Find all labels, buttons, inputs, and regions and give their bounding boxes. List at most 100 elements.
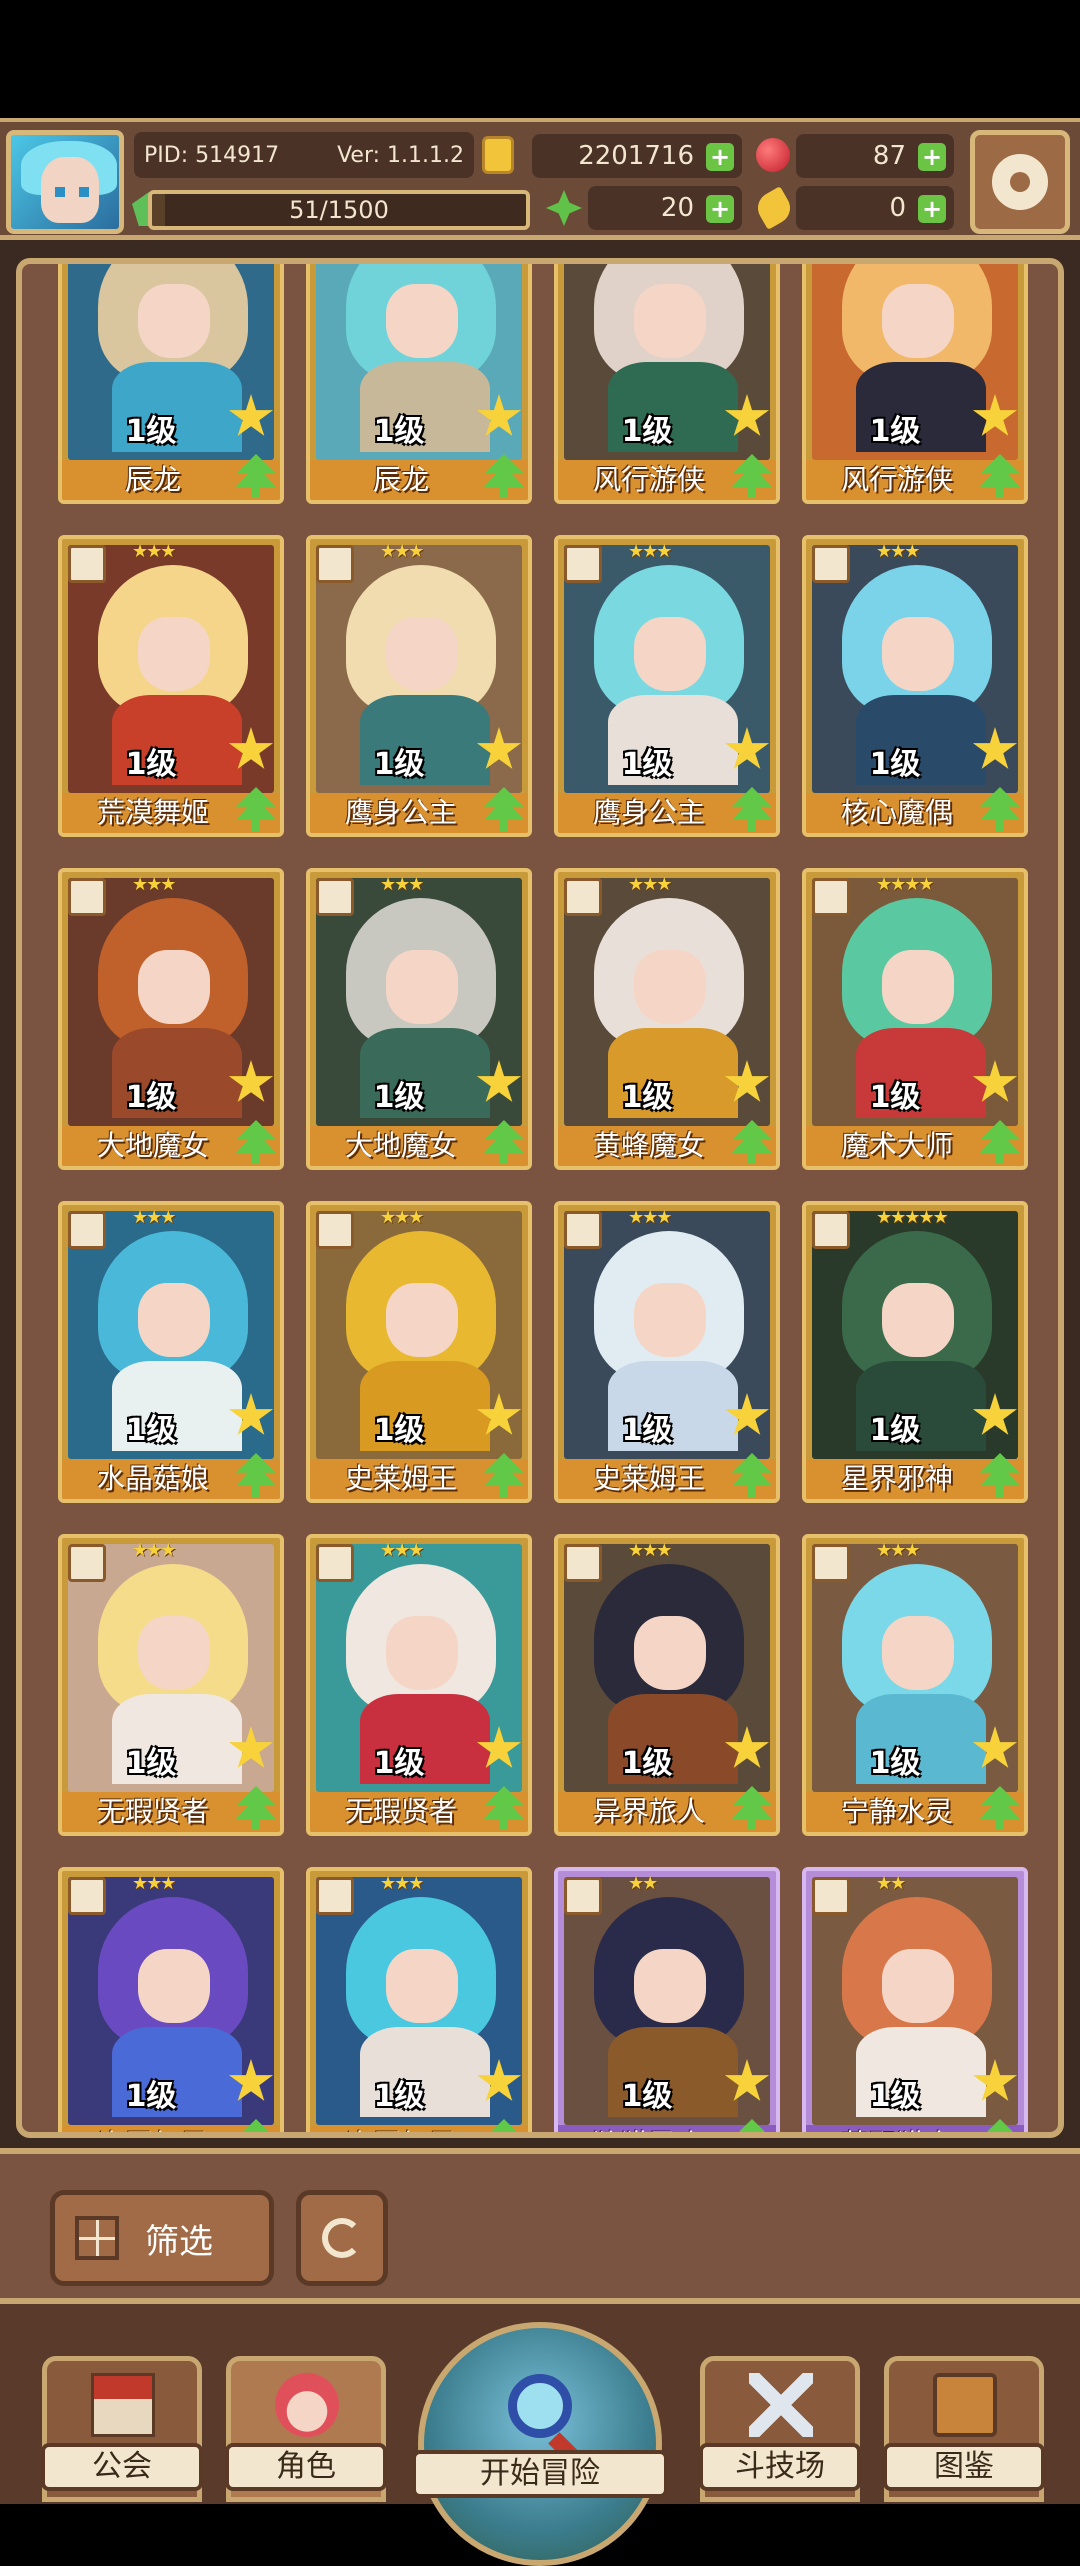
- character-level: 1级: [621, 1746, 673, 1781]
- class-icon: [316, 1877, 354, 1915]
- filter-label: 筛选: [145, 2221, 213, 2262]
- class-icon: [316, 545, 354, 583]
- character-card[interactable]: ★★★ 1级 鹰身公主: [306, 535, 532, 837]
- character-level: 1级: [621, 414, 673, 449]
- character-level: 1级: [373, 414, 425, 449]
- clover-icon: [546, 190, 582, 226]
- character-level: 1级: [125, 2079, 177, 2114]
- player-id-box: PID: 514917 Ver: 1.1.1.2: [134, 132, 474, 178]
- character-level: 1级: [621, 2079, 673, 2114]
- character-card[interactable]: ★★★ 1级 无瑕贤者: [58, 1534, 284, 1836]
- character-card[interactable]: ★★★ 1级 史莱姆王: [306, 1201, 532, 1503]
- character-level: 1级: [869, 1746, 921, 1781]
- nav-tab-codex[interactable]: 图鉴: [883, 2356, 1045, 2502]
- character-card[interactable]: ★★★ 1级 无瑕贤者: [306, 1534, 532, 1836]
- player-avatar[interactable]: [6, 130, 124, 234]
- rarity-stars: ★★: [628, 1873, 658, 1894]
- clovers-value: 20: [660, 193, 694, 223]
- settings-button[interactable]: [970, 130, 1070, 234]
- class-icon: [812, 1211, 850, 1249]
- character-card[interactable]: ★★★ 1级 异界旅人: [554, 1534, 780, 1836]
- character-card[interactable]: ★★★ 1级 史莱姆王: [554, 1201, 780, 1503]
- class-icon: [564, 878, 602, 916]
- clovers-counter[interactable]: 20 +: [588, 186, 742, 230]
- nav-tab-guild[interactable]: 公会: [41, 2356, 203, 2502]
- character-level: 1级: [373, 747, 425, 782]
- horns-counter[interactable]: 0 +: [796, 186, 954, 230]
- nav-tab-arena[interactable]: 斗技场: [699, 2356, 861, 2502]
- horn-icon: [752, 186, 796, 230]
- top-header: PID: 514917 Ver: 1.1.1.2 2201716 + 87 + …: [0, 118, 1080, 240]
- rarity-stars: ★★★: [876, 1540, 920, 1561]
- character-card[interactable]: ★★1级狩猎勇士: [554, 1867, 780, 2132]
- nav-label-adventure: 开始冒险: [412, 2450, 668, 2498]
- class-icon: [68, 1544, 106, 1582]
- rarity-stars: ★★★: [876, 541, 920, 562]
- energy-bar-fill: [152, 194, 165, 226]
- character-card[interactable]: ★★1级荒野猎人: [802, 1867, 1028, 2132]
- status-bar: [0, 0, 1080, 118]
- add-clovers-plus-icon[interactable]: +: [706, 195, 734, 223]
- character-card[interactable]: ★★★ 1级 荒漠舞姬: [58, 535, 284, 837]
- character-card[interactable]: ★★★★★ 1级 星界邪神: [802, 1201, 1028, 1503]
- start-adventure-button[interactable]: 开始冒险: [412, 2322, 668, 2566]
- character-level: 1级: [125, 1080, 177, 1115]
- character-card[interactable]: ★★★ 1级 宁静水灵: [802, 1534, 1028, 1836]
- energy-bar: 51/1500: [148, 190, 530, 230]
- character-level: 1级: [621, 1080, 673, 1115]
- character-level: 1级: [373, 1413, 425, 1448]
- class-icon: [316, 1211, 354, 1249]
- filter-button[interactable]: 筛选: [50, 2190, 274, 2286]
- world-globe-icon: [418, 2322, 662, 2566]
- rarity-stars: ★★★★: [876, 874, 935, 895]
- character-card[interactable]: ★★★ 1级 大地魔女: [306, 868, 532, 1170]
- energy-value: 51/1500: [289, 196, 389, 224]
- rarity-stars: ★★★: [380, 541, 424, 562]
- character-roster-panel: 1级 辰龙 1级 辰龙 1级 风行游侠 1级 风行游侠 ★★★ 1级 荒漠舞姬 ★★★ 1级 鹰身公主 ★★…: [0, 240, 1080, 2160]
- character-level: 1级: [869, 1080, 921, 1115]
- game-version: Ver: 1.1.1.2: [337, 142, 464, 168]
- horns-value: 0: [889, 193, 906, 223]
- nav-label-codex: 图鉴: [883, 2443, 1045, 2491]
- roster-scroll-area[interactable]: 1级 辰龙 1级 辰龙 1级 风行游侠 1级 风行游侠 ★★★ 1级 荒漠舞姬 ★★★ 1级 鹰身公主 ★★…: [16, 258, 1064, 2138]
- character-card[interactable]: ★★★ 1级 大地魔女: [58, 868, 284, 1170]
- player-id: PID: 514917: [144, 142, 280, 168]
- class-icon: [812, 1544, 850, 1582]
- coins-counter[interactable]: 2201716 +: [532, 134, 742, 178]
- character-card[interactable]: ★★★ 1级 水晶菇娘: [58, 1201, 284, 1503]
- character-level: 1级: [373, 2079, 425, 2114]
- nav-tab-character[interactable]: 角色: [225, 2356, 387, 2502]
- character-card[interactable]: 1级 辰龙: [58, 264, 284, 504]
- rarity-stars: ★★★: [132, 541, 176, 562]
- character-level: 1级: [125, 1413, 177, 1448]
- gems-counter[interactable]: 87 +: [796, 134, 954, 178]
- class-icon: [564, 1211, 602, 1249]
- character-card[interactable]: ★★★1级许愿灯灵: [58, 1867, 284, 2132]
- gem-icon: [756, 138, 790, 172]
- book-icon: [933, 2373, 997, 2437]
- filter-grid-icon: [75, 2216, 119, 2260]
- guild-building-icon: [91, 2373, 155, 2437]
- class-icon: [68, 878, 106, 916]
- refresh-button[interactable]: [296, 2190, 388, 2286]
- add-gems-plus-icon[interactable]: +: [918, 143, 946, 171]
- character-card[interactable]: 1级 辰龙: [306, 264, 532, 504]
- character-level: 1级: [373, 1746, 425, 1781]
- character-card[interactable]: ★★★ 1级 黄蜂魔女: [554, 868, 780, 1170]
- character-level: 1级: [869, 414, 921, 449]
- rarity-stars: ★★★: [628, 1540, 672, 1561]
- add-horns-plus-icon[interactable]: +: [918, 195, 946, 223]
- character-card[interactable]: ★★★ 1级 鹰身公主: [554, 535, 780, 837]
- add-coins-plus-icon[interactable]: +: [706, 143, 734, 171]
- rarity-stars: ★★★★★: [876, 1207, 949, 1228]
- nav-label-character: 角色: [225, 2443, 387, 2491]
- character-card[interactable]: ★★★ 1级 核心魔偶: [802, 535, 1028, 837]
- character-card[interactable]: ★★★★ 1级 魔术大师: [802, 868, 1028, 1170]
- character-card[interactable]: 1级 风行游侠: [802, 264, 1028, 504]
- character-card[interactable]: ★★★1级许愿灯灵: [306, 1867, 532, 2132]
- rarity-stars: ★★★: [628, 1207, 672, 1228]
- character-card[interactable]: 1级 风行游侠: [554, 264, 780, 504]
- coin-icon: [482, 136, 514, 174]
- character-level: 1级: [869, 1413, 921, 1448]
- magnifier-icon: [508, 2374, 572, 2438]
